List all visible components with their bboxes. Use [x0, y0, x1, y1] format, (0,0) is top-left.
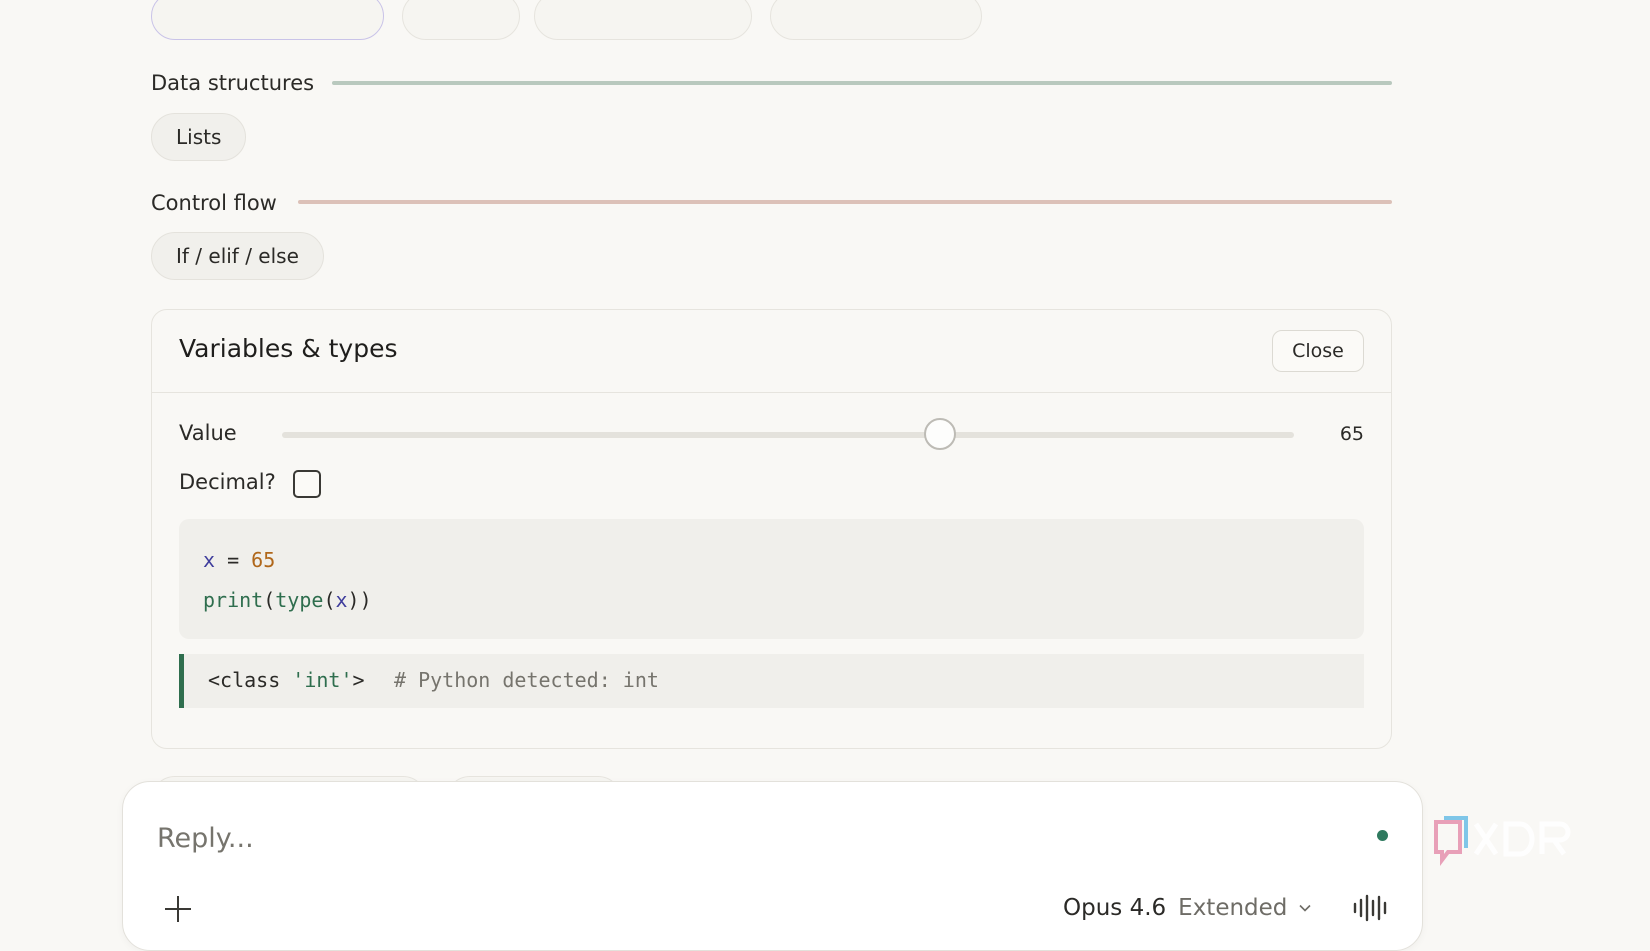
code-block: x = 65 print(type(x)): [179, 519, 1364, 639]
code-line: x = 65: [203, 548, 275, 572]
output-block: <class 'int'> # Python detected: int: [179, 654, 1364, 708]
section-label-control-flow: Control flow: [151, 191, 277, 215]
close-button[interactable]: Close: [1272, 330, 1364, 372]
decimal-checkbox[interactable]: [293, 470, 321, 498]
code-token: )): [347, 588, 372, 612]
output-text: <class 'int'>: [208, 668, 365, 692]
value-slider-track[interactable]: [282, 432, 1294, 438]
code-token: (: [323, 588, 336, 612]
value-label: Value: [179, 421, 237, 445]
reply-composer: Opus 4.6 Extended: [122, 781, 1423, 951]
reply-input[interactable]: [157, 820, 1237, 856]
decimal-label: Decimal?: [179, 470, 276, 494]
code-line: print(type(x)): [203, 588, 372, 612]
section-divider: [332, 81, 1392, 85]
topic-chip[interactable]: [402, 0, 520, 40]
output-token: <class: [208, 668, 293, 692]
output-token: 'int': [292, 668, 353, 692]
code-token: =: [215, 548, 252, 572]
panel-title: Variables & types: [179, 334, 398, 363]
status-dot: [1377, 830, 1388, 841]
output-comment: # Python detected: int: [394, 668, 659, 692]
model-selector[interactable]: Opus 4.6 Extended: [1063, 892, 1313, 924]
model-mode: Extended: [1178, 895, 1288, 921]
topic-chip[interactable]: [534, 0, 752, 40]
topic-chip[interactable]: [151, 0, 384, 40]
watermark-logo: [1434, 816, 1571, 866]
output-token: >: [352, 668, 365, 692]
topic-chip[interactable]: [770, 0, 982, 40]
code-token: x: [335, 588, 348, 612]
topic-detail-panel: Variables & types Close Value 65 Decimal…: [151, 309, 1392, 749]
value-slider-thumb[interactable]: [923, 418, 956, 450]
code-token: 65: [251, 548, 276, 572]
section-divider: [298, 200, 1392, 204]
panel-header: Variables & types Close: [152, 310, 1391, 393]
voice-icon[interactable]: [1351, 892, 1391, 924]
value-readout: 65: [1339, 423, 1364, 445]
section-label-data-structures: Data structures: [151, 71, 315, 95]
code-token: x: [203, 548, 216, 572]
chip-if-elif-else[interactable]: If / elif / else: [151, 232, 324, 280]
model-name: Opus 4.6: [1063, 895, 1167, 921]
code-token: (: [263, 588, 276, 612]
code-token: print: [203, 588, 264, 612]
chevron-down-icon: [1299, 904, 1311, 912]
plus-icon[interactable]: [163, 894, 193, 924]
chip-lists[interactable]: Lists: [151, 113, 247, 161]
code-token: type: [275, 588, 324, 612]
